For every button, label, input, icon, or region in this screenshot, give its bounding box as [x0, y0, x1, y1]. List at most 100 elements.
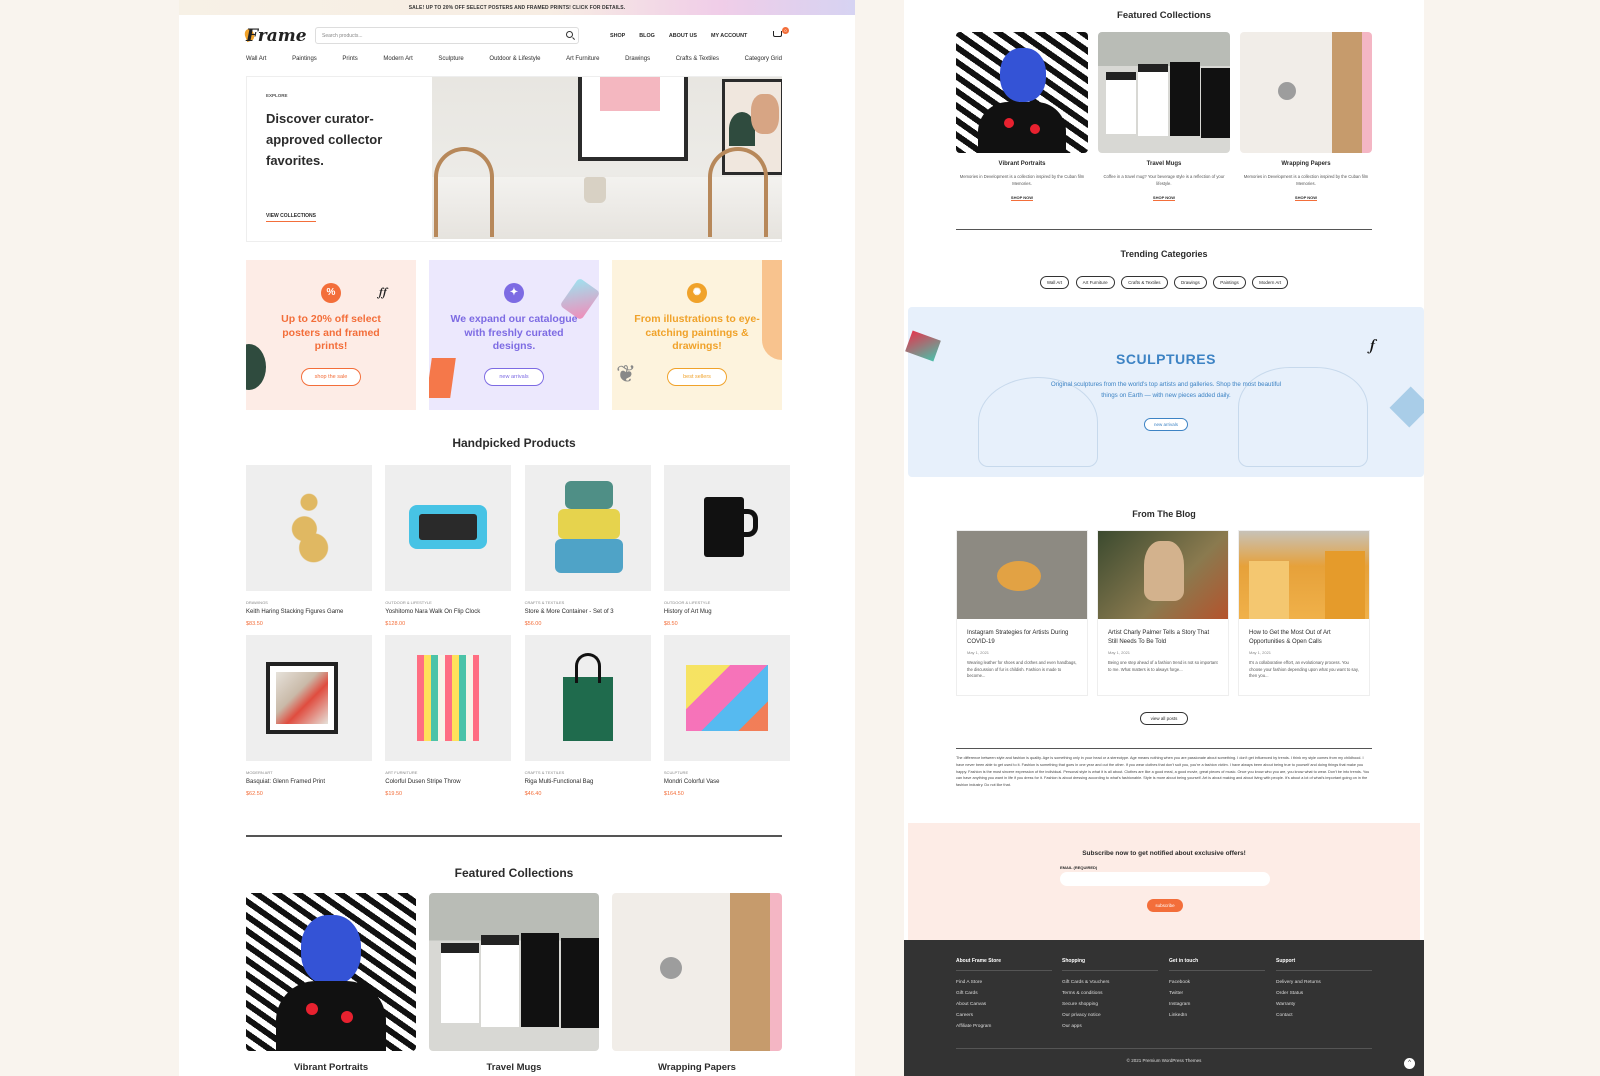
search-icon[interactable] [566, 31, 573, 38]
product-image[interactable] [663, 465, 790, 591]
shop-now-link[interactable]: SHOP NOW [1098, 195, 1230, 201]
collection-card[interactable]: Travel Mugs Coffee in a travel mug? Your… [1098, 32, 1230, 201]
blog-post-title[interactable]: Instagram Strategies for Artists During … [957, 619, 1087, 646]
product-image[interactable] [385, 465, 512, 591]
collection-image[interactable] [1098, 32, 1230, 153]
new-arrivals-button[interactable]: new arrivals [484, 368, 544, 386]
footer-link[interactable]: Warranty [1276, 999, 1372, 1010]
product-image[interactable] [663, 635, 790, 761]
blog-image[interactable] [957, 531, 1087, 619]
promo-card-bestsellers[interactable]: ❦ ✺ From illustrations to eye-catching p… [612, 260, 782, 410]
product-card[interactable]: MODERN ART Basquiat: Glenn Framed Print … [246, 635, 372, 805]
blog-card[interactable]: How to Get the Most Out of Art Opportuni… [1238, 530, 1370, 696]
new-arrivals-button[interactable]: new arrivals [1144, 418, 1188, 431]
shop-sale-button[interactable]: shop the sale [301, 368, 361, 386]
search-input[interactable]: Search products... [315, 27, 579, 44]
collection-name[interactable]: Vibrant Portraits [246, 1062, 416, 1073]
footer-link[interactable]: Facebook [1169, 977, 1265, 988]
product-card[interactable]: OUTDOOR & LIFESTYLE Yoshitomo Nara Walk … [385, 465, 512, 635]
collection-image[interactable] [956, 32, 1088, 153]
category-link[interactable]: Prints [342, 56, 357, 62]
collection-image[interactable] [612, 893, 782, 1051]
category-link[interactable]: Wall Art [246, 56, 266, 62]
blog-post-title[interactable]: How to Get the Most Out of Art Opportuni… [1239, 619, 1369, 646]
collection-image[interactable] [429, 893, 599, 1051]
collection-name[interactable]: Wrapping Papers [1240, 161, 1372, 167]
product-name[interactable]: Yoshitomo Nara Walk On Flip Clock [385, 609, 511, 615]
promo-bar[interactable]: SALE! UP TO 20% OFF SELECT POSTERS AND F… [179, 0, 855, 15]
subscribe-button[interactable]: subscribe [1147, 899, 1183, 912]
product-image[interactable] [246, 635, 372, 761]
product-image[interactable] [524, 635, 651, 761]
view-all-posts-button[interactable]: view all posts [1140, 712, 1188, 725]
footer-link[interactable]: Affiliate Program [956, 1021, 1052, 1032]
footer-link[interactable]: Order Status [1276, 988, 1372, 999]
collection-card[interactable]: Wrapping Papers [612, 893, 782, 1073]
product-card[interactable]: OUTDOOR & LIFESTYLE History of Art Mug $… [663, 465, 790, 635]
product-card[interactable]: CRAFTS & TEXTILES Store & More Container… [524, 465, 651, 635]
product-card[interactable]: ART FURNITURE Colorful Dusen Stripe Thro… [385, 635, 512, 805]
category-link[interactable]: Drawings [625, 56, 650, 62]
footer-link[interactable]: Gift Cards [956, 988, 1052, 999]
category-link[interactable]: Art Furniture [566, 56, 599, 62]
footer-link[interactable]: Delivery and Returns [1276, 977, 1372, 988]
collection-image[interactable] [1240, 32, 1372, 153]
trending-pill[interactable]: Crafts & Textiles [1121, 276, 1168, 289]
footer-link[interactable]: Instagram [1169, 999, 1265, 1010]
product-name[interactable]: Store & More Container - Set of 3 [525, 609, 651, 615]
category-link[interactable]: Paintings [292, 56, 317, 62]
collection-image[interactable] [246, 893, 416, 1051]
category-link[interactable]: Crafts & Textiles [676, 56, 719, 62]
product-name[interactable]: Colorful Dusen Stripe Throw [385, 779, 511, 785]
product-name[interactable]: Mondri Colorful Vase [664, 779, 790, 785]
footer-link[interactable]: Terms & conditions [1062, 988, 1158, 999]
collection-name[interactable]: Travel Mugs [1098, 161, 1230, 167]
footer-link[interactable]: About Canvas [956, 999, 1052, 1010]
footer-link[interactable]: LinkedIn [1169, 1010, 1265, 1021]
cart-button[interactable]: 0 [773, 27, 789, 40]
category-link[interactable]: Sculpture [438, 56, 463, 62]
footer-link[interactable]: Secure shopping [1062, 999, 1158, 1010]
trending-pill[interactable]: Drawings [1173, 276, 1207, 289]
product-image[interactable] [524, 465, 651, 591]
blog-card[interactable]: Artist Charly Palmer Tells a Story That … [1097, 530, 1229, 696]
footer-link[interactable]: Contact [1276, 1010, 1372, 1021]
blog-post-title[interactable]: Artist Charly Palmer Tells a Story That … [1098, 619, 1228, 646]
product-card[interactable]: SCULPTURE Mondri Colorful Vase $164.50 [663, 635, 790, 805]
trending-pill[interactable]: Modern Art [1252, 276, 1289, 289]
scroll-top-icon[interactable]: ^ [1404, 1058, 1415, 1069]
shop-now-link[interactable]: SHOP NOW [1240, 195, 1372, 201]
product-name[interactable]: Riga Multi-Functional Bag [525, 779, 651, 785]
collection-card[interactable]: Wrapping Papers Memories in Development … [1240, 32, 1372, 201]
product-image[interactable] [246, 465, 372, 591]
collection-card[interactable]: Vibrant Portraits Memories in Developmen… [956, 32, 1088, 201]
collection-name[interactable]: Vibrant Portraits [956, 161, 1088, 167]
logo[interactable]: Frame [246, 26, 307, 46]
best-sellers-button[interactable]: best sellers [667, 368, 727, 386]
promo-card-sale[interactable]: 𝆑𝆑 % Up to 20% off select posters and fr… [246, 260, 416, 410]
nav-about[interactable]: ABOUT US [669, 33, 697, 39]
footer-link[interactable]: Gift Cards & Vouchers [1062, 977, 1158, 988]
blog-card[interactable]: Instagram Strategies for Artists During … [956, 530, 1088, 696]
category-link[interactable]: Outdoor & Lifestyle [489, 56, 540, 62]
view-collections-link[interactable]: VIEW COLLECTIONS [266, 213, 316, 222]
product-image[interactable] [385, 635, 512, 761]
nav-blog[interactable]: BLOG [639, 33, 655, 39]
category-link[interactable]: Modern Art [383, 56, 412, 62]
category-link[interactable]: Category Grid [745, 56, 782, 62]
collection-card[interactable]: Vibrant Portraits [246, 893, 416, 1073]
collection-card[interactable]: Travel Mugs [429, 893, 599, 1073]
promo-card-new[interactable]: ✦ We expand our catalogue with freshly c… [429, 260, 599, 410]
blog-image[interactable] [1098, 531, 1228, 619]
trending-pill[interactable]: Art Furniture [1075, 276, 1115, 289]
footer-link[interactable]: Find A Store [956, 977, 1052, 988]
trending-pill[interactable]: Wall Art [1039, 276, 1070, 289]
footer-link[interactable]: Careers [956, 1010, 1052, 1021]
blog-image[interactable] [1239, 531, 1369, 619]
product-card[interactable]: DRAWINGS Keith Haring Stacking Figures G… [246, 465, 372, 635]
product-name[interactable]: Basquiat: Glenn Framed Print [246, 779, 372, 785]
footer-link[interactable]: Twitter [1169, 988, 1265, 999]
product-card[interactable]: CRAFTS & TEXTILES Riga Multi-Functional … [524, 635, 651, 805]
collection-name[interactable]: Travel Mugs [429, 1062, 599, 1073]
product-name[interactable]: History of Art Mug [664, 609, 790, 615]
